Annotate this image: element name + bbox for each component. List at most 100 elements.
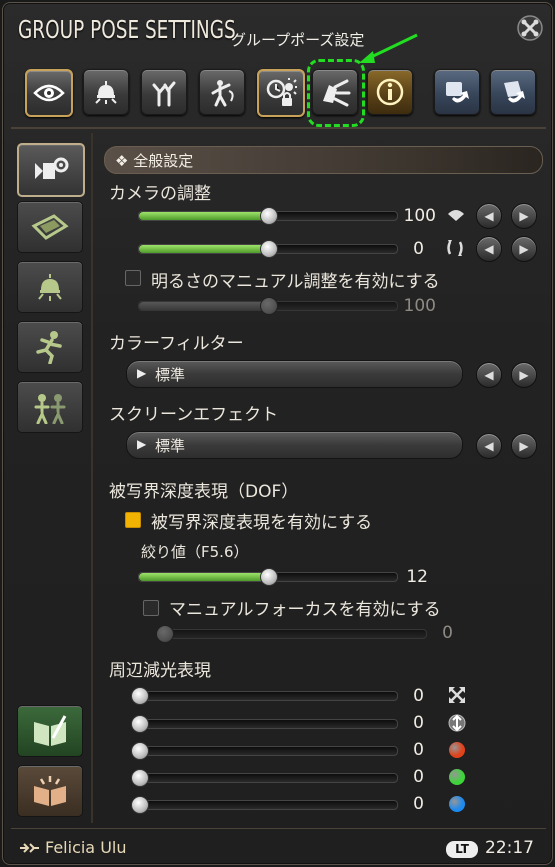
color-filter-prev-button[interactable]: ◀ [476,362,502,388]
highlight-annotation [307,59,365,127]
screen-effect-next-button[interactable]: ▶ [511,433,537,459]
sidebar-item-camera-settings[interactable] [17,143,85,197]
camera-1-prev-button[interactable]: ◀ [476,203,502,229]
group-pose-settings-window: GROUP POSE SETTINGS グループポーズ設定 ❖ 全般設定 カメラ… [2,2,553,865]
vignette-slider-2-knob[interactable] [131,715,149,733]
footer-divider [11,828,546,829]
rotate-right-button[interactable] [490,69,536,115]
player-name: Felicia Ulu [45,838,127,857]
vignette-slider-4[interactable] [131,769,398,787]
vignette-slider-5-knob[interactable] [131,796,149,814]
header-divider [11,127,546,129]
screen-effect-prev-button[interactable]: ◀ [476,433,502,459]
dropdown-arrow-icon: ▶ [137,366,147,380]
sidebar-item-group[interactable] [17,381,83,433]
camera-settings-icon [35,157,69,179]
rotate-icon [447,240,463,256]
manual-focus-checkbox[interactable] [143,600,159,616]
vignette-slider-1-knob[interactable] [131,687,149,705]
manual-focus-slider[interactable] [156,625,427,643]
tab-eye[interactable] [25,69,73,117]
brightness-slider-knob[interactable] [260,297,278,315]
screen-effect-dropdown[interactable]: ▶ 標準 [126,431,463,459]
vertical-resize-icon [448,714,466,732]
dof-label: 被写界深度表現（DOF） [109,482,299,502]
running-icon [36,331,62,364]
camera-1-next-button[interactable]: ▶ [511,203,537,229]
close-button[interactable] [513,11,547,45]
brightness-value: 100 [403,296,436,316]
screen-effect-label: スクリーンエフェクト [109,405,279,425]
rotate-left-button[interactable] [434,69,480,115]
brightness-slider[interactable] [138,297,398,315]
book-idea-icon [34,776,66,806]
aperture-slider[interactable] [138,568,398,586]
fov-icon [448,210,464,221]
red-color-icon [449,742,465,758]
vignette-value-1: 0 [413,686,424,706]
dof-enable-label: 被写界深度表現を有効にする [151,513,373,533]
camera-slider-1[interactable] [138,207,398,225]
vignette-slider-5[interactable] [131,796,398,814]
color-filter-dropdown[interactable]: ▶ 標準 [126,360,463,388]
tab-time[interactable] [257,69,305,117]
brightness-manual-label: 明るさのマニュアル調整を有効にする [151,272,440,292]
green-color-icon [449,769,465,785]
sidebar-item-running[interactable] [17,321,83,373]
lt-badge: LT [446,841,478,858]
manual-focus-slider-knob[interactable] [156,625,174,643]
close-icon [517,15,543,41]
color-filter-next-button[interactable]: ▶ [511,362,537,388]
camera-slider-1-knob[interactable] [260,207,278,225]
camera-slider-2-value: 0 [413,239,424,259]
vignette-slider-4-knob[interactable] [131,769,149,787]
time-icon [266,78,297,106]
tab-pose[interactable] [199,69,245,115]
camera-2-prev-button[interactable]: ◀ [476,236,502,262]
aperture-label: 絞り値（F5.6） [141,543,249,561]
sidebar-item-guide[interactable] [17,765,83,817]
sidebar-item-frame[interactable] [17,201,83,253]
vignette-value-2: 0 [413,713,424,733]
camera-slider-2-knob[interactable] [260,240,278,258]
sidebar-separator [91,133,93,823]
dropdown-arrow-icon: ▶ [137,437,147,451]
window-subtitle: グループポーズ設定 [231,31,365,49]
aperture-value: 12 [406,567,428,587]
frame-icon [31,214,69,240]
vignette-value-3: 0 [413,740,424,760]
sidebar-item-light[interactable] [17,261,83,313]
manual-focus-value: 0 [442,623,453,643]
brightness-manual-checkbox[interactable] [125,270,141,286]
camera-slider-1-value: 100 [403,206,436,226]
rotate-left-icon [446,82,469,103]
vignette-slider-2[interactable] [131,715,398,733]
window-title: GROUP POSE SETTINGS [18,15,236,44]
tab-tree[interactable] [141,69,187,115]
vignette-value-4: 0 [413,767,424,787]
section-header-general: ❖ 全般設定 [104,146,543,174]
journal-icon [34,715,67,746]
info-icon [376,78,404,106]
group-icon [34,394,66,424]
tab-lamp[interactable] [83,69,129,115]
clock: 22:17 [485,838,534,858]
aperture-slider-knob[interactable] [260,568,278,586]
tree-icon [152,81,176,107]
sidebar-item-journal[interactable] [17,705,83,757]
vignette-value-5: 0 [413,794,424,814]
vignette-slider-1[interactable] [131,687,398,705]
tab-info[interactable] [367,69,413,115]
resize-icon [449,687,465,703]
camera-2-next-button[interactable]: ▶ [511,236,537,262]
light-icon [38,274,62,301]
manual-focus-label: マニュアルフォーカスを有効にする [169,600,441,620]
vignette-slider-3[interactable] [131,742,398,760]
rotate-right-icon [504,81,525,103]
camera-slider-2[interactable] [138,240,398,258]
vignette-slider-3-knob[interactable] [131,742,149,760]
dof-enable-checkbox[interactable] [125,512,141,528]
annotation-arrow [359,33,418,63]
color-filter-label: カラーフィルター [109,334,244,354]
lamp-icon [95,81,117,104]
